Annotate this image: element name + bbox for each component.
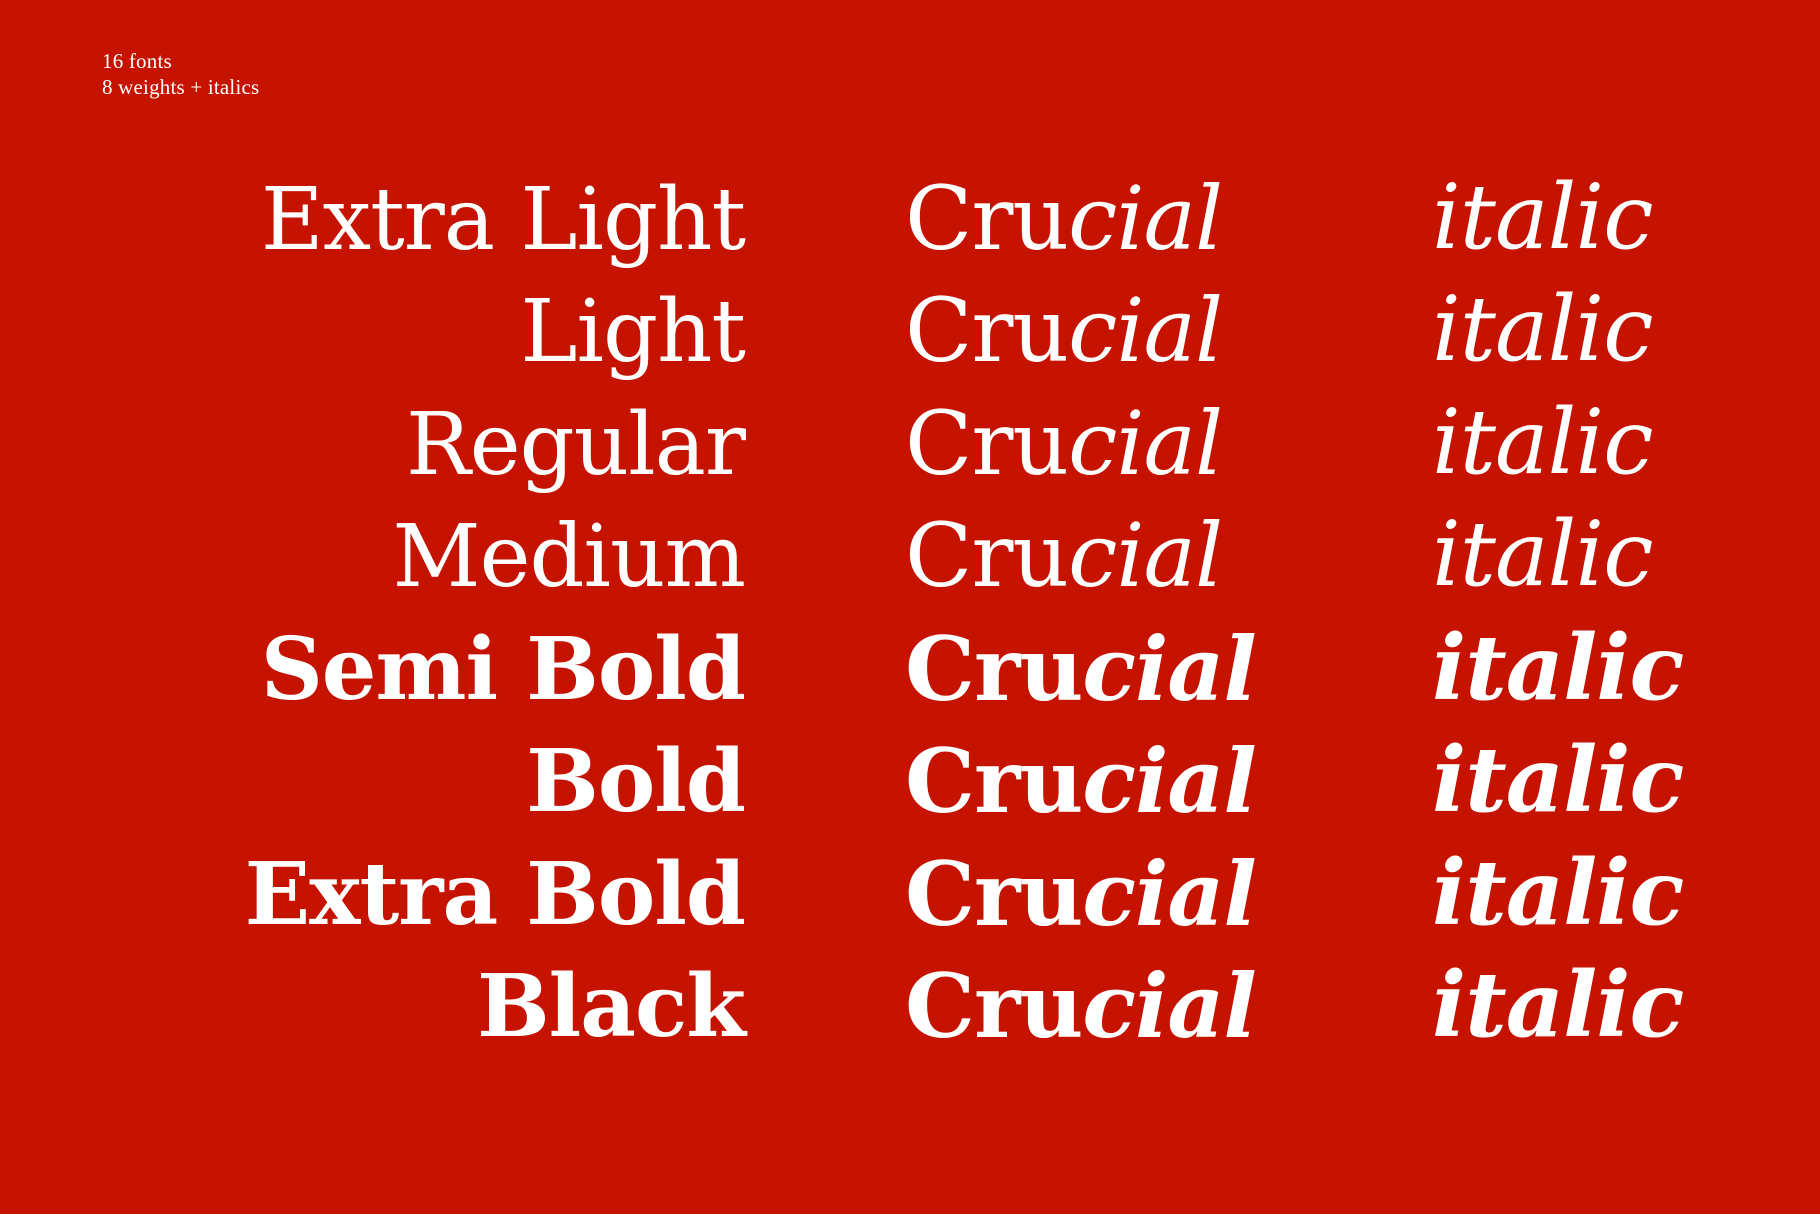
weight-name: Extra Bold xyxy=(244,843,746,945)
sample-italic-part: cial xyxy=(1082,841,1256,946)
weights-summary-text: 8 weights + italics xyxy=(102,75,260,99)
weight-name: Extra Light xyxy=(260,169,746,270)
sample-roman-part: Cru xyxy=(905,616,1083,721)
weight-name: Black xyxy=(476,956,746,1057)
weight-specimen-list: Extra Light Crucial italic Light Crucial… xyxy=(0,166,1820,1066)
italic-sample: italic xyxy=(1432,952,1684,1058)
weight-name: Regular xyxy=(406,394,746,495)
sample-italic-part: cial xyxy=(1082,954,1256,1058)
sample-word: Crucial xyxy=(905,174,1223,263)
italic-sample: italic xyxy=(1432,389,1654,495)
sample-roman-part: Cru xyxy=(905,841,1083,946)
sample-italic-part: cial xyxy=(1068,166,1223,270)
sample-word: Crucial xyxy=(905,287,1223,375)
italic-sample: italic xyxy=(1432,727,1684,833)
sample-italic-part: cial xyxy=(1068,391,1223,495)
specimen-row-extra-bold: Extra Bold Crucial italic xyxy=(0,841,1820,954)
specimen-row-medium: Medium Crucial italic xyxy=(0,504,1820,617)
italic-sample: italic xyxy=(1432,839,1684,946)
specimen-row-semi-bold: Semi Bold Crucial italic xyxy=(0,616,1820,729)
sample-italic-part: cial xyxy=(1068,279,1223,382)
weight-name: Light xyxy=(520,282,746,382)
italic-sample: italic xyxy=(1432,614,1684,721)
sample-word: Crucial xyxy=(905,850,1257,938)
specimen-row-black: Black Crucial italic xyxy=(0,954,1820,1067)
specimen-row-extra-light: Extra Light Crucial italic xyxy=(0,166,1820,279)
specimen-row-bold: Bold Crucial italic xyxy=(0,729,1820,842)
italic-sample: italic xyxy=(1432,502,1654,607)
sample-word: Crucial xyxy=(905,512,1223,600)
font-count-text: 16 fonts xyxy=(102,49,172,73)
weight-name: Medium xyxy=(392,507,746,607)
sample-word: Crucial xyxy=(905,399,1223,488)
sample-roman-part: Cru xyxy=(905,279,1069,382)
font-family-caption: 16 fonts 8 weights + italics xyxy=(102,48,259,100)
sample-italic-part: cial xyxy=(1082,729,1256,833)
weight-name: Semi Bold xyxy=(260,618,746,720)
italic-sample: italic xyxy=(1432,277,1654,382)
sample-word: Crucial xyxy=(905,737,1257,825)
sample-word: Crucial xyxy=(905,962,1257,1050)
specimen-row-light: Light Crucial italic xyxy=(0,279,1820,392)
sample-roman-part: Cru xyxy=(905,729,1083,833)
italic-sample: italic xyxy=(1432,164,1654,270)
sample-italic-part: cial xyxy=(1082,616,1256,721)
sample-roman-part: Cru xyxy=(905,166,1069,270)
sample-roman-part: Cru xyxy=(905,391,1069,495)
weight-name: Bold xyxy=(526,731,746,832)
sample-word: Crucial xyxy=(905,625,1257,713)
specimen-row-regular: Regular Crucial italic xyxy=(0,391,1820,504)
sample-italic-part: cial xyxy=(1068,504,1223,607)
sample-roman-part: Cru xyxy=(905,504,1069,607)
sample-roman-part: Cru xyxy=(905,954,1083,1058)
